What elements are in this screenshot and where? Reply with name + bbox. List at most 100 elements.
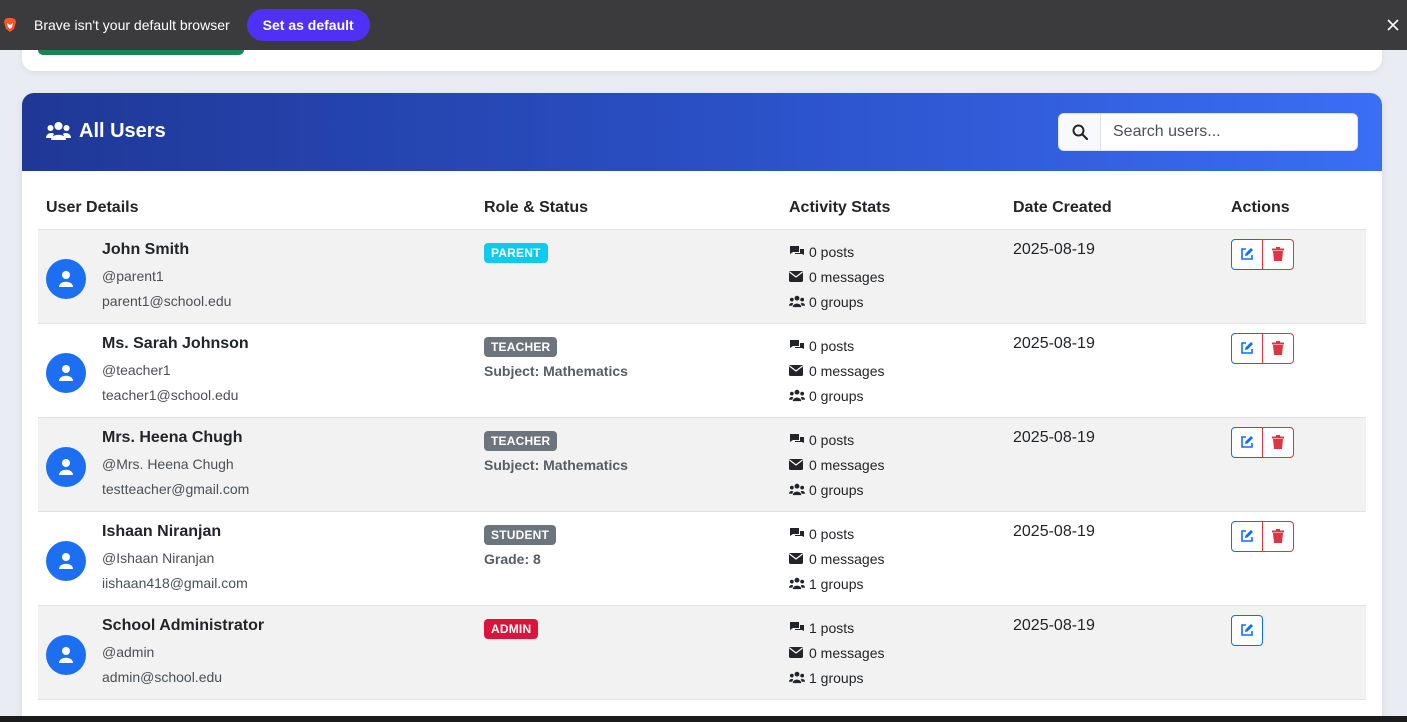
user-name: Ms. Sarah Johnson (102, 334, 249, 352)
users-icon (789, 295, 805, 309)
user-details-cell: School Administrator @admin admin@school… (38, 605, 476, 700)
date-created: 2025-08-19 (1013, 616, 1095, 634)
date-created: 2025-08-19 (1013, 334, 1095, 352)
envelope-icon (789, 364, 805, 378)
edit-button[interactable] (1231, 238, 1263, 270)
delete-button[interactable] (1262, 520, 1294, 552)
date-cell: 2025-08-19 (1005, 417, 1223, 512)
stats-cell: 1 posts 0 messages 1 groups (781, 605, 1005, 700)
role-cell: STUDENT Grade: 8 (476, 511, 781, 606)
table-header-row: User Details Role & Status Activity Stat… (38, 188, 1366, 230)
green-button-edge[interactable] (38, 50, 244, 55)
avatar (46, 258, 86, 299)
user-details-cell: John Smith @parent1 parent1@school.edu (38, 229, 476, 324)
date-cell: 2025-08-19 (1005, 229, 1223, 324)
brave-lion-icon (2, 17, 18, 33)
edit-icon (1241, 342, 1253, 354)
avatar (46, 352, 86, 393)
user-name: Mrs. Heena Chugh (102, 428, 243, 446)
avatar (46, 540, 86, 581)
taskbar-edge (0, 716, 1407, 722)
users-icon (789, 577, 805, 591)
date-cell: 2025-08-19 (1005, 605, 1223, 700)
user-name: School Administrator (102, 616, 265, 634)
groups-count: 0 groups (809, 387, 864, 404)
actions-cell (1223, 323, 1366, 418)
edit-button[interactable] (1231, 614, 1263, 646)
avatar (46, 634, 86, 675)
user-name: Ishaan Niranjan (102, 522, 222, 540)
user-handle: @parent1 (102, 267, 164, 284)
stats-cell: 0 posts 0 messages 0 groups (781, 417, 1005, 512)
posts-count: 0 posts (809, 243, 855, 260)
messages-count: 0 messages (809, 456, 885, 473)
header-date-created: Date Created (1005, 188, 1223, 230)
edit-button[interactable] (1231, 332, 1263, 364)
actions-cell (1223, 605, 1366, 700)
user-email: admin@school.edu (102, 668, 223, 685)
comments-icon (789, 245, 805, 259)
search-users-input[interactable] (1101, 114, 1357, 150)
header-role-status: Role & Status (476, 188, 781, 230)
users-icon (789, 483, 805, 497)
messages-count: 0 messages (809, 362, 885, 379)
trash-icon (1272, 529, 1284, 543)
table-row: School Administrator @admin admin@school… (38, 605, 1366, 700)
table-row: Ishaan Niranjan @Ishaan Niranjan iishaan… (38, 511, 1366, 606)
delete-button[interactable] (1262, 238, 1294, 270)
role-badge: TEACHER (484, 430, 558, 451)
comments-icon (789, 339, 805, 353)
table-row: John Smith @parent1 parent1@school.edu P… (38, 229, 1366, 324)
user-icon (59, 458, 73, 475)
role-badge: PARENT (484, 242, 548, 263)
role-detail: Grade: 8 (484, 550, 541, 567)
actions-cell (1223, 229, 1366, 324)
table-row: Ms. Sarah Johnson @teacher1 teacher1@sch… (38, 323, 1366, 418)
edit-icon (1241, 530, 1253, 542)
user-details-cell: Ishaan Niranjan @Ishaan Niranjan iishaan… (38, 511, 476, 606)
role-detail: Subject: Mathematics (484, 456, 628, 473)
actions-cell (1223, 417, 1366, 512)
close-icon[interactable] (1383, 15, 1403, 35)
comments-icon (789, 433, 805, 447)
role-badge: TEACHER (484, 336, 558, 357)
trash-icon (1272, 341, 1284, 355)
header-actions: Actions (1223, 188, 1366, 230)
user-handle: @admin (102, 643, 155, 660)
envelope-icon (789, 552, 805, 566)
trash-icon (1272, 435, 1284, 449)
card-title: All Users (79, 120, 166, 142)
role-detail: Subject: Mathematics (484, 362, 628, 379)
all-users-card: All Users User Details Role & Status Act… (22, 93, 1382, 722)
users-icon (789, 671, 805, 685)
user-icon (59, 364, 73, 381)
edit-button[interactable] (1231, 520, 1263, 552)
role-cell: PARENT (476, 229, 781, 324)
delete-button[interactable] (1262, 332, 1294, 364)
user-icon (59, 270, 73, 287)
posts-count: 1 posts (809, 619, 855, 636)
envelope-icon (789, 646, 805, 660)
groups-count: 0 groups (809, 293, 864, 310)
user-icon (59, 646, 73, 663)
user-email: teacher1@school.edu (102, 386, 239, 403)
edit-icon (1241, 624, 1253, 636)
date-cell: 2025-08-19 (1005, 323, 1223, 418)
delete-button[interactable] (1262, 426, 1294, 458)
groups-count: 1 groups (809, 575, 864, 592)
edit-button[interactable] (1231, 426, 1263, 458)
user-email: parent1@school.edu (102, 292, 232, 309)
comments-icon (789, 621, 805, 635)
set-as-default-button[interactable]: Set as default (246, 9, 370, 41)
user-handle: @teacher1 (102, 361, 171, 378)
user-handle: @Mrs. Heena Chugh (102, 455, 234, 472)
user-icon (59, 552, 73, 569)
user-handle: @Ishaan Niranjan (102, 549, 215, 566)
groups-count: 0 groups (809, 481, 864, 498)
search-group (1058, 113, 1358, 151)
envelope-icon (789, 458, 805, 472)
trash-icon (1272, 247, 1284, 261)
date-cell: 2025-08-19 (1005, 511, 1223, 606)
search-icon (1059, 114, 1101, 150)
messages-count: 0 messages (809, 550, 885, 567)
